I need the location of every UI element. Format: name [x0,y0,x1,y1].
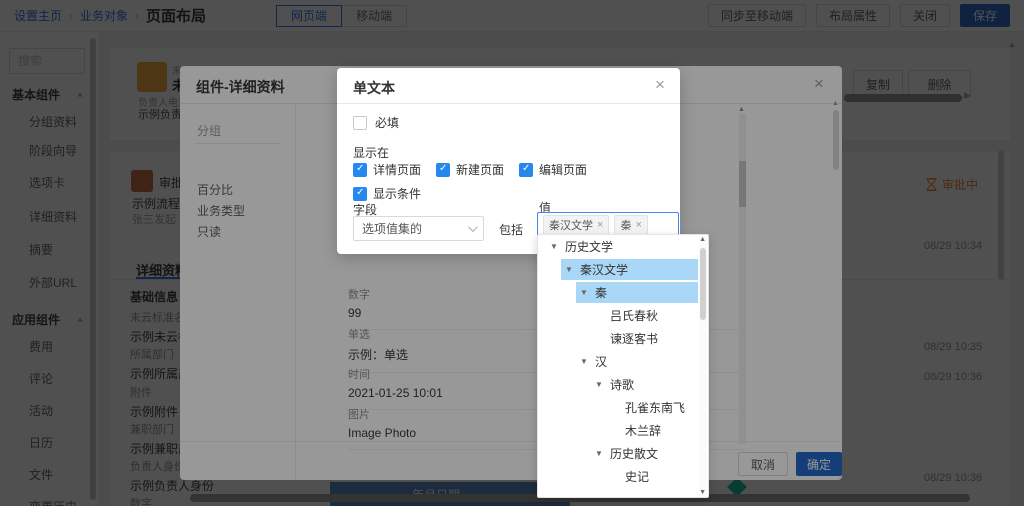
field-select[interactable]: 选项值集的 [353,216,484,241]
tree-node-label: 吕氏春秋 [610,307,658,324]
modal-title: 单文本 [353,78,395,98]
new-page-checkbox[interactable] [436,163,450,177]
tree-node-label: 谏逐客书 [610,330,658,347]
tree-node-qinhan-literature[interactable]: ▼ 秦汉文学 [538,258,708,281]
tag-label: 秦 [620,217,631,233]
tree-node-lvshichunqiu[interactable]: ▼ 吕氏春秋 [538,304,708,327]
value-tag: 秦 × [614,215,647,235]
app-window: 设置主页 › 业务对象 › 页面布局 网页端 移动端 同步至移动端 布局属性 关… [0,0,1024,506]
show-in-label: 显示在 [353,144,389,161]
modal-header-divider [337,103,680,104]
tree-node-qin[interactable]: ▼ 秦 [538,281,708,304]
expand-caret-icon[interactable]: ▼ [565,265,575,274]
tree-node-label: 诗歌 [610,376,634,393]
remove-tag-icon[interactable]: × [635,219,641,231]
value-tree-dropdown: ▼ 历史文学 ▼ 秦汉文学 ▼ 秦 ▼ 吕氏春秋 ▼ 谏逐客书 [537,234,709,498]
tree-node-mulanci[interactable]: ▼ 木兰辞 [538,419,708,442]
detail-page-checkbox[interactable] [353,163,367,177]
tree-node-kongque[interactable]: ▼ 孔雀东南飞 [538,396,708,419]
edit-page-label: 编辑页面 [539,161,587,178]
tree-node-label: 秦汉文学 [580,261,628,278]
show-in-options-row: 详情页面 新建页面 编辑页面 [353,161,587,178]
tree-node-label: 历史文学 [565,238,613,255]
tree-node-label: 木兰辞 [625,422,661,439]
required-checkbox-row: 必填 [353,114,399,131]
single-text-modal: 单文本 × 必填 显示在 详情页面 新建页面 编辑页面 显示条件 字段 值 选项… [337,68,680,254]
chevron-down-icon [468,222,478,232]
new-page-label: 新建页面 [456,161,504,178]
tree-node-shige[interactable]: ▼ 诗歌 [538,373,708,396]
display-condition-checkbox[interactable] [353,187,367,201]
include-operator-label: 包括 [499,221,523,238]
close-icon[interactable]: × [655,76,665,93]
expand-caret-icon[interactable]: ▼ [595,380,605,389]
expand-caret-icon[interactable]: ▼ [580,357,590,366]
expand-caret-icon[interactable]: ▼ [595,449,605,458]
tree-node-han[interactable]: ▼ 汉 [538,350,708,373]
tree-node-label: 历史散文 [610,445,658,462]
tree-node-jianzhukeshu[interactable]: ▼ 谏逐客书 [538,327,708,350]
tree-node-label: 汉 [595,353,607,370]
tree-node-history-literature[interactable]: ▼ 历史文学 [538,235,708,258]
required-checkbox[interactable] [353,116,367,130]
field-select-value: 选项值集的 [362,220,422,237]
scroll-up-icon[interactable]: ▲ [699,236,706,243]
tree-node-label: 史记 [625,468,649,485]
tree-node-label: 秦 [595,284,607,301]
tree-node-shiji[interactable]: ▼ 史记 [538,465,708,488]
tag-label: 秦汉文学 [549,217,593,233]
scroll-down-icon[interactable]: ▼ [699,489,706,496]
value-tag: 秦汉文学 × [543,215,609,235]
tree-node-lishisanwen[interactable]: ▼ 历史散文 [538,442,708,465]
remove-tag-icon[interactable]: × [597,219,603,231]
required-label: 必填 [375,114,399,131]
dropdown-scroll-thumb[interactable] [700,248,706,320]
display-condition-label: 显示条件 [373,185,421,202]
expand-caret-icon[interactable]: ▼ [580,288,590,297]
detail-page-label: 详情页面 [373,161,421,178]
tree-node-label: 孔雀东南飞 [625,399,685,416]
condition-checkbox-row: 显示条件 [353,185,421,202]
edit-page-checkbox[interactable] [519,163,533,177]
expand-caret-icon[interactable]: ▼ [550,242,560,251]
